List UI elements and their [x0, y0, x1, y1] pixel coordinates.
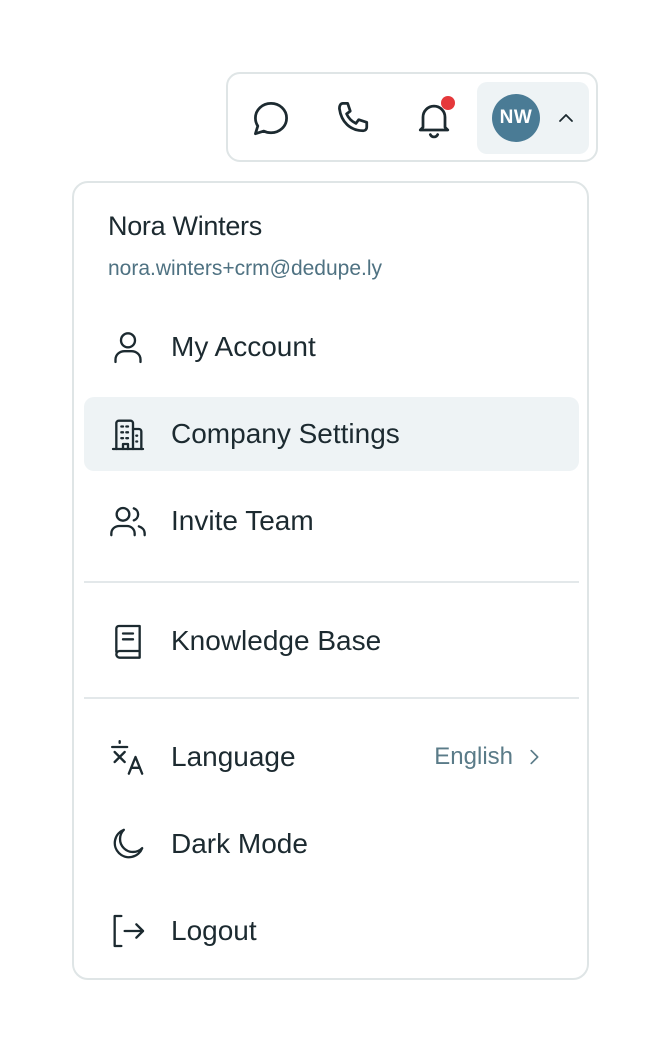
- menu-item-invite-team[interactable]: Invite Team: [84, 484, 579, 558]
- users-icon: [110, 506, 146, 537]
- menu-item-label: Dark Mode: [171, 828, 308, 859]
- chevron-up-icon: [559, 114, 573, 122]
- menu-item-company-settings[interactable]: Company Settings: [84, 397, 579, 471]
- menu-item-label: My Account: [171, 331, 316, 362]
- menu-item-label: Company Settings: [171, 418, 400, 449]
- menu-divider: [84, 697, 579, 699]
- menu-item-label: Logout: [171, 915, 257, 946]
- book-icon: [115, 624, 141, 659]
- user-menu-toggle[interactable]: NW: [477, 82, 589, 154]
- logout-icon: [113, 914, 145, 948]
- bell-icon[interactable]: [411, 96, 457, 142]
- menu-item-my-account[interactable]: My Account: [84, 310, 579, 384]
- user-icon: [114, 332, 142, 364]
- user-name: Nora Winters: [108, 211, 262, 241]
- top-toolbar: NW: [226, 72, 598, 162]
- phone-icon[interactable]: [330, 96, 376, 142]
- menu-item-label: Language: [171, 741, 296, 772]
- notification-dot: [441, 96, 455, 110]
- menu-item-label: Invite Team: [171, 505, 314, 536]
- menu-divider: [84, 581, 579, 583]
- moon-icon: [113, 828, 144, 859]
- chat-icon[interactable]: [248, 96, 294, 142]
- language-value: English: [434, 743, 513, 770]
- menu-item-label: Knowledge Base: [171, 625, 382, 656]
- menu-item-dark-mode[interactable]: Dark Mode: [84, 807, 579, 881]
- menu-item-language[interactable]: Language English: [84, 720, 579, 794]
- building-icon: [111, 419, 145, 451]
- menu-item-knowledge-base[interactable]: Knowledge Base: [84, 604, 579, 678]
- avatar: NW: [492, 94, 540, 142]
- chevron-right-icon: [530, 749, 539, 765]
- menu-item-logout[interactable]: Logout: [84, 894, 579, 968]
- user-email: nora.winters+crm@dedupe.ly: [108, 257, 383, 280]
- user-dropdown-menu: Nora Winters nora.winters+crm@dedupe.ly …: [72, 181, 589, 980]
- translate-icon: [111, 740, 144, 775]
